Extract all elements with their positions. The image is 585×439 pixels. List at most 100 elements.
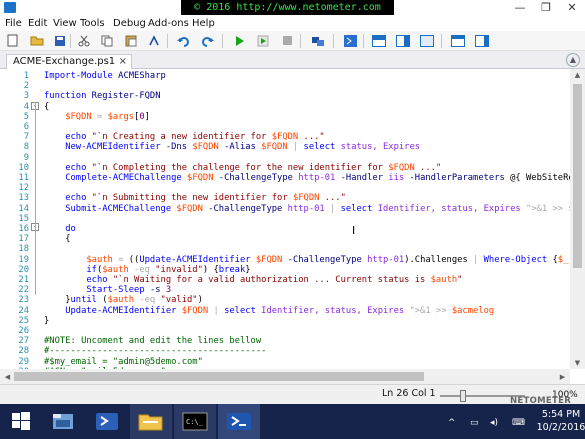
- code-line: echo "`n Submitting the new identifier f…: [65, 193, 346, 204]
- tab-strip: ACME-Exchange.ps1 ×: [0, 51, 585, 70]
- remote-powershell-icon[interactable]: [311, 34, 325, 47]
- close-button[interactable]: ✕: [559, 0, 585, 16]
- horizontal-scroll-thumb[interactable]: [14, 372, 424, 381]
- run-selection-icon[interactable]: [256, 34, 270, 47]
- clock[interactable]: 5:54 PM 10/2/2016: [536, 408, 585, 434]
- clock-date: 10/2/2016: [536, 422, 585, 433]
- code-line: }: [44, 315, 50, 326]
- taskbar-folder[interactable]: [130, 404, 172, 439]
- menu-add-ons[interactable]: Add-ons: [148, 16, 189, 31]
- powershell-ise-icon: [227, 413, 251, 430]
- collapse-pane-icon[interactable]: ▲: [566, 53, 580, 67]
- toolbar: [0, 31, 585, 51]
- folder-icon: [138, 414, 163, 431]
- taskbar-cmd[interactable]: C:\_: [174, 404, 216, 439]
- line-number: 15: [18, 213, 29, 224]
- undo-icon[interactable]: [176, 34, 190, 47]
- menu-bar: File Edit View Tools Debug Add-ons Help: [0, 16, 585, 31]
- show-command-addon-icon[interactable]: [475, 34, 489, 47]
- show-command-window-icon[interactable]: [451, 34, 465, 47]
- menu-view[interactable]: View: [53, 16, 77, 31]
- tray-network-icon[interactable]: ▭: [470, 418, 479, 428]
- line-number: 3: [23, 91, 29, 102]
- code-line: #---------------------------------------…: [44, 346, 267, 357]
- copy-icon[interactable]: [100, 34, 114, 47]
- line-number: 2: [23, 81, 29, 92]
- script-editor[interactable]: 1 2 3 4 5 6 7 8 9 10 11 12 13 14 15 16 1…: [0, 69, 570, 369]
- zoom-slider-thumb[interactable]: [460, 390, 466, 402]
- code-line: $auth = ((Update-ACMEIdentifier $FQDN -C…: [86, 254, 569, 265]
- taskbar-powershell[interactable]: [86, 404, 128, 439]
- line-number: 29: [18, 356, 29, 367]
- run-script-icon[interactable]: [232, 34, 246, 47]
- code-line: #$my_email = "admin@5demo.com": [44, 356, 203, 367]
- cut-icon[interactable]: [77, 34, 91, 47]
- show-script-pane-maximized-icon[interactable]: [420, 34, 434, 47]
- watermark: © 2016 http://www.netometer.com: [181, 0, 394, 15]
- line-number: 12: [18, 183, 29, 194]
- tray-overflow-icon[interactable]: ^: [448, 418, 456, 428]
- line-number: 16: [18, 224, 29, 234]
- show-script-pane-top-icon[interactable]: [372, 34, 386, 47]
- code-line: Update-ACMEIdentifier $FQDN | select Ide…: [65, 305, 495, 316]
- file-explorer-icon: [53, 414, 73, 429]
- taskbar-powershell-ise[interactable]: [218, 404, 260, 439]
- powershell-ise-window: { "watermark": "© 2016 http://www.netome…: [0, 0, 585, 439]
- line-number: 11: [18, 173, 29, 183]
- taskbar-file-explorer[interactable]: [42, 404, 84, 439]
- line-number: 23: [18, 295, 29, 306]
- new-file-icon[interactable]: [5, 34, 19, 47]
- code-line: New-ACMEIdentifier -Dns $FQDN -Alias $FQ…: [65, 142, 421, 153]
- code-line: function Register-FQDN: [44, 91, 161, 102]
- tray-speaker-icon[interactable]: ◂): [490, 418, 498, 428]
- vertical-scroll-thumb[interactable]: [573, 84, 582, 268]
- line-number: 25: [18, 315, 29, 326]
- paste-icon[interactable]: [124, 34, 138, 47]
- code-line: Start-Sleep -s 3: [86, 285, 172, 296]
- scroll-left-icon[interactable]: ◀: [0, 373, 15, 381]
- code-line: $FQDN = $args[0]: [65, 111, 150, 122]
- cmd-icon: C:\_: [182, 412, 208, 431]
- svg-text:C:\_: C:\_: [186, 418, 204, 426]
- code-line: #NOTE: Uncoment and edit the lines bello…: [44, 336, 262, 347]
- code-line: Submit-ACMEChallenge $FQDN -ChallengeTyp…: [65, 203, 570, 214]
- minimize-button[interactable]: —: [507, 0, 533, 16]
- line-number: 8: [23, 142, 29, 153]
- menu-file[interactable]: File: [5, 16, 22, 31]
- code-line: }until ($auth -eq "valid"): [65, 295, 203, 306]
- start-button[interactable]: [0, 404, 42, 439]
- menu-help[interactable]: Help: [192, 16, 215, 31]
- clock-time: 5:54 PM: [541, 409, 581, 420]
- menu-tools[interactable]: Tools: [80, 16, 105, 31]
- code-line: {: [44, 101, 50, 112]
- menu-edit[interactable]: Edit: [28, 16, 47, 31]
- scroll-right-icon[interactable]: ▶: [555, 373, 570, 381]
- powershell-console-icon[interactable]: [343, 34, 357, 47]
- tab-acme-exchange[interactable]: ACME-Exchange.ps1 ×: [6, 54, 132, 70]
- scroll-up-icon[interactable]: ▲: [570, 71, 585, 79]
- line-number: 21: [18, 275, 29, 285]
- stop-icon[interactable]: [280, 34, 294, 47]
- line-number: 28: [18, 346, 29, 357]
- redo-icon[interactable]: [200, 34, 214, 47]
- line-number: 18: [18, 244, 29, 255]
- tab-close-icon[interactable]: ×: [119, 55, 127, 69]
- code-line: echo "`n Waiting for a valid authorizati…: [86, 275, 463, 285]
- scroll-down-icon[interactable]: ▼: [570, 359, 585, 367]
- menu-debug[interactable]: Debug: [113, 16, 146, 31]
- open-folder-icon[interactable]: [30, 34, 44, 47]
- line-number: 7: [23, 132, 29, 143]
- line-number: 14: [18, 203, 29, 214]
- line-number: 27: [18, 336, 29, 347]
- clear-console-icon[interactable]: [147, 34, 161, 47]
- code-line: do: [65, 224, 76, 234]
- show-script-pane-right-icon[interactable]: [396, 34, 410, 47]
- line-number: 26: [18, 326, 29, 336]
- tray-keyboard-icon[interactable]: ⌨: [512, 418, 525, 428]
- line-number: 4: [23, 101, 29, 112]
- line-number: 20: [18, 264, 29, 275]
- windows-icon: [12, 412, 30, 430]
- restore-button[interactable]: ❐: [533, 0, 559, 16]
- mouse-cursor-icon: I: [352, 224, 356, 237]
- save-icon[interactable]: [53, 34, 67, 47]
